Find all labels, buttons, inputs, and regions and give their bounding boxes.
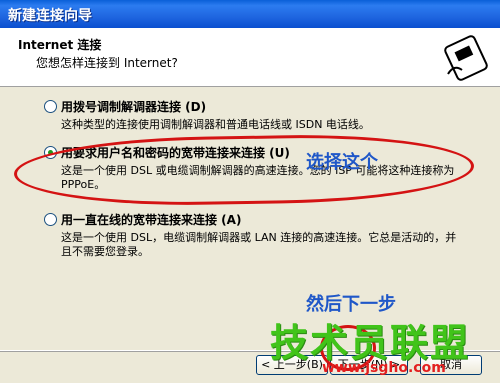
option-dialup-desc: 这种类型的连接使用调制解调器和普通电话线或 ISDN 电话线。	[61, 118, 370, 131]
title-bar: 新建连接向导	[0, 0, 500, 28]
page-title: Internet 连接	[18, 38, 102, 52]
radio-dialup[interactable]	[44, 100, 57, 113]
watermark-url: www.jsgho.com	[322, 360, 446, 376]
option-broadband-always-label: 用一直在线的宽带连接来连接 (A)	[61, 213, 242, 227]
window-title: 新建连接向导	[8, 8, 92, 24]
network-connection-icon	[444, 35, 488, 81]
wizard-header: Internet 连接 您想怎样连接到 Internet?	[0, 28, 500, 87]
annotation-select: 选择这个	[306, 152, 378, 173]
option-broadband-always-desc: 这是一个使用 DSL，电缆调制解调器或 LAN 连接的高速连接。它总是活动的，并…	[61, 231, 457, 258]
option-dialup-label: 用拨号调制解调器连接 (D)	[61, 100, 207, 114]
radio-broadband-always[interactable]	[44, 213, 57, 226]
page-subtitle: 您想怎样连接到 Internet?	[36, 56, 178, 70]
watermark-logo: 技术员联盟	[270, 321, 471, 365]
